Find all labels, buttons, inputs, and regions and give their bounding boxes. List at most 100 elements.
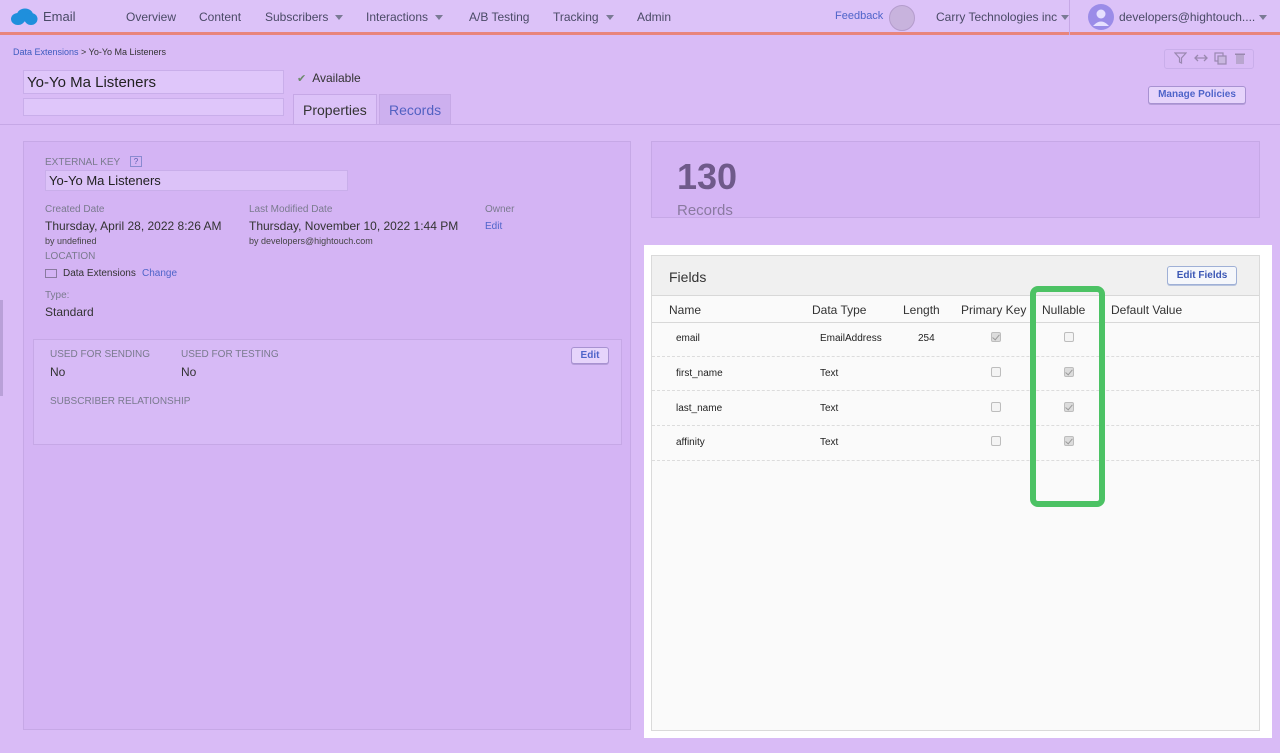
col-name[interactable]: Name	[669, 303, 701, 317]
used-for-sending-label: USED FOR SENDING	[50, 349, 151, 360]
primary-key-checkbox[interactable]	[991, 367, 1001, 377]
toolbar-actions	[1164, 49, 1254, 69]
owner-label: Owner	[485, 204, 515, 215]
modified-by: by developers@hightouch.com	[249, 236, 373, 246]
created-by: by undefined	[45, 236, 97, 246]
table-row	[652, 392, 1259, 426]
external-key-input[interactable]: Yo-Yo Ma Listeners	[45, 170, 348, 191]
location-value: Data Extensions	[63, 268, 136, 279]
record-count-label: Records	[677, 202, 733, 219]
field-name: last_name	[676, 403, 723, 414]
copy-icon[interactable]	[1214, 52, 1227, 68]
status-available: ✔ Available	[297, 71, 361, 85]
nav-subscribers-label: Subscribers	[265, 10, 329, 24]
feedback-link[interactable]: Feedback	[835, 10, 883, 22]
field-type: Text	[820, 368, 839, 379]
filter-icon[interactable]	[1173, 52, 1188, 67]
modified-date-label: Last Modified Date	[249, 204, 333, 215]
table-row	[652, 357, 1259, 391]
tab-records[interactable]: Records	[379, 94, 452, 124]
nav-interactions[interactable]: Interactions	[366, 10, 444, 24]
field-length: 254	[918, 333, 935, 344]
location-label: LOCATION	[45, 251, 96, 262]
col-data-type[interactable]: Data Type	[812, 303, 866, 317]
created-date-value: Thursday, April 28, 2022 8:26 AM	[45, 219, 222, 233]
owner-edit-link[interactable]: Edit	[485, 221, 502, 232]
nav-interactions-label: Interactions	[366, 10, 429, 24]
user-avatar-icon[interactable]	[1088, 4, 1114, 30]
used-for-testing-value: No	[181, 365, 197, 379]
nav-admin-label: Admin	[637, 10, 672, 24]
user-name: developers@hightouch....	[1119, 10, 1256, 24]
help-icon[interactable]: ?	[130, 156, 142, 167]
chevron-down-icon	[605, 15, 614, 21]
side-collapse-handle[interactable]	[0, 300, 3, 396]
col-length[interactable]: Length	[903, 303, 940, 317]
chevron-down-icon	[1259, 15, 1268, 21]
swap-arrows-icon[interactable]	[1194, 52, 1208, 67]
field-name: first_name	[676, 368, 723, 379]
description-input[interactable]	[23, 98, 284, 116]
manage-policies-button[interactable]: Manage Policies	[1148, 86, 1246, 104]
field-type: EmailAddress	[820, 333, 882, 344]
chevron-down-icon	[1061, 15, 1070, 21]
nav-overview[interactable]: Overview	[126, 10, 176, 24]
chevron-down-icon	[435, 15, 444, 21]
feedback-avatar[interactable]	[889, 5, 915, 31]
primary-key-checkbox[interactable]	[991, 332, 1001, 342]
chevron-down-icon	[335, 15, 344, 21]
field-type: Text	[820, 403, 839, 414]
nav-ab-testing[interactable]: A/B Testing	[469, 10, 529, 24]
usage-edit-button[interactable]: Edit	[571, 347, 609, 364]
nav-divider	[1069, 0, 1070, 35]
subscriber-relationship-label: SUBSCRIBER RELATIONSHIP	[50, 396, 191, 407]
breadcrumb-data-extensions[interactable]: Data Extensions	[13, 47, 79, 57]
check-icon: ✔	[297, 73, 307, 85]
trash-icon[interactable]	[1234, 52, 1246, 68]
nav-tracking-label: Tracking	[553, 10, 599, 24]
edit-fields-button[interactable]: Edit Fields	[1167, 266, 1237, 285]
nav-ab-testing-label: A/B Testing	[469, 10, 530, 24]
table-row	[652, 427, 1259, 461]
breadcrumb: Data Extensions > Yo-Yo Ma Listeners	[13, 47, 166, 57]
created-date-label: Created Date	[45, 204, 105, 215]
breadcrumb-separator: >	[78, 47, 89, 57]
field-name: email	[676, 333, 700, 344]
app-name[interactable]: Email	[43, 9, 76, 24]
col-primary-key[interactable]: Primary Key	[961, 303, 1026, 317]
record-count: 130	[677, 156, 738, 197]
data-extension-name-input[interactable]	[23, 70, 284, 94]
field-name: affinity	[676, 437, 705, 448]
header-divider	[0, 124, 1280, 125]
nav-overview-label: Overview	[126, 10, 177, 24]
tab-properties[interactable]: Properties	[293, 94, 377, 124]
nav-tracking[interactable]: Tracking	[553, 10, 614, 24]
nav-content[interactable]: Content	[199, 10, 241, 24]
used-for-sending-value: No	[50, 365, 66, 379]
nav-subscribers[interactable]: Subscribers	[265, 10, 344, 24]
primary-key-checkbox[interactable]	[991, 402, 1001, 412]
nullable-column-highlight	[1030, 286, 1105, 507]
user-menu[interactable]: developers@hightouch....	[1119, 10, 1268, 24]
table-row	[652, 323, 1259, 357]
status-label: Available	[312, 71, 361, 85]
type-label: Type:	[45, 290, 70, 301]
fields-title: Fields	[669, 269, 707, 285]
nav-admin[interactable]: Admin	[637, 10, 671, 24]
primary-key-checkbox[interactable]	[991, 436, 1001, 446]
org-switcher[interactable]: Carry Technologies inc	[936, 10, 1070, 24]
external-key-label: EXTERNAL KEY	[45, 157, 121, 168]
field-type: Text	[820, 437, 839, 448]
top-nav: Email Overview Content Subscribers Inter…	[0, 0, 1280, 35]
salesforce-cloud-icon[interactable]	[10, 8, 38, 26]
used-for-testing-label: USED FOR TESTING	[181, 349, 279, 360]
folder-icon	[45, 269, 57, 278]
breadcrumb-current: Yo-Yo Ma Listeners	[88, 47, 167, 57]
nav-content-label: Content	[199, 10, 242, 24]
record-count-panel	[651, 141, 1260, 218]
type-value: Standard	[45, 305, 94, 319]
col-default-value[interactable]: Default Value	[1111, 303, 1182, 317]
modified-date-value: Thursday, November 10, 2022 1:44 PM	[249, 219, 459, 233]
location-change-link[interactable]: Change	[142, 268, 177, 279]
org-name: Carry Technologies inc	[936, 10, 1058, 24]
